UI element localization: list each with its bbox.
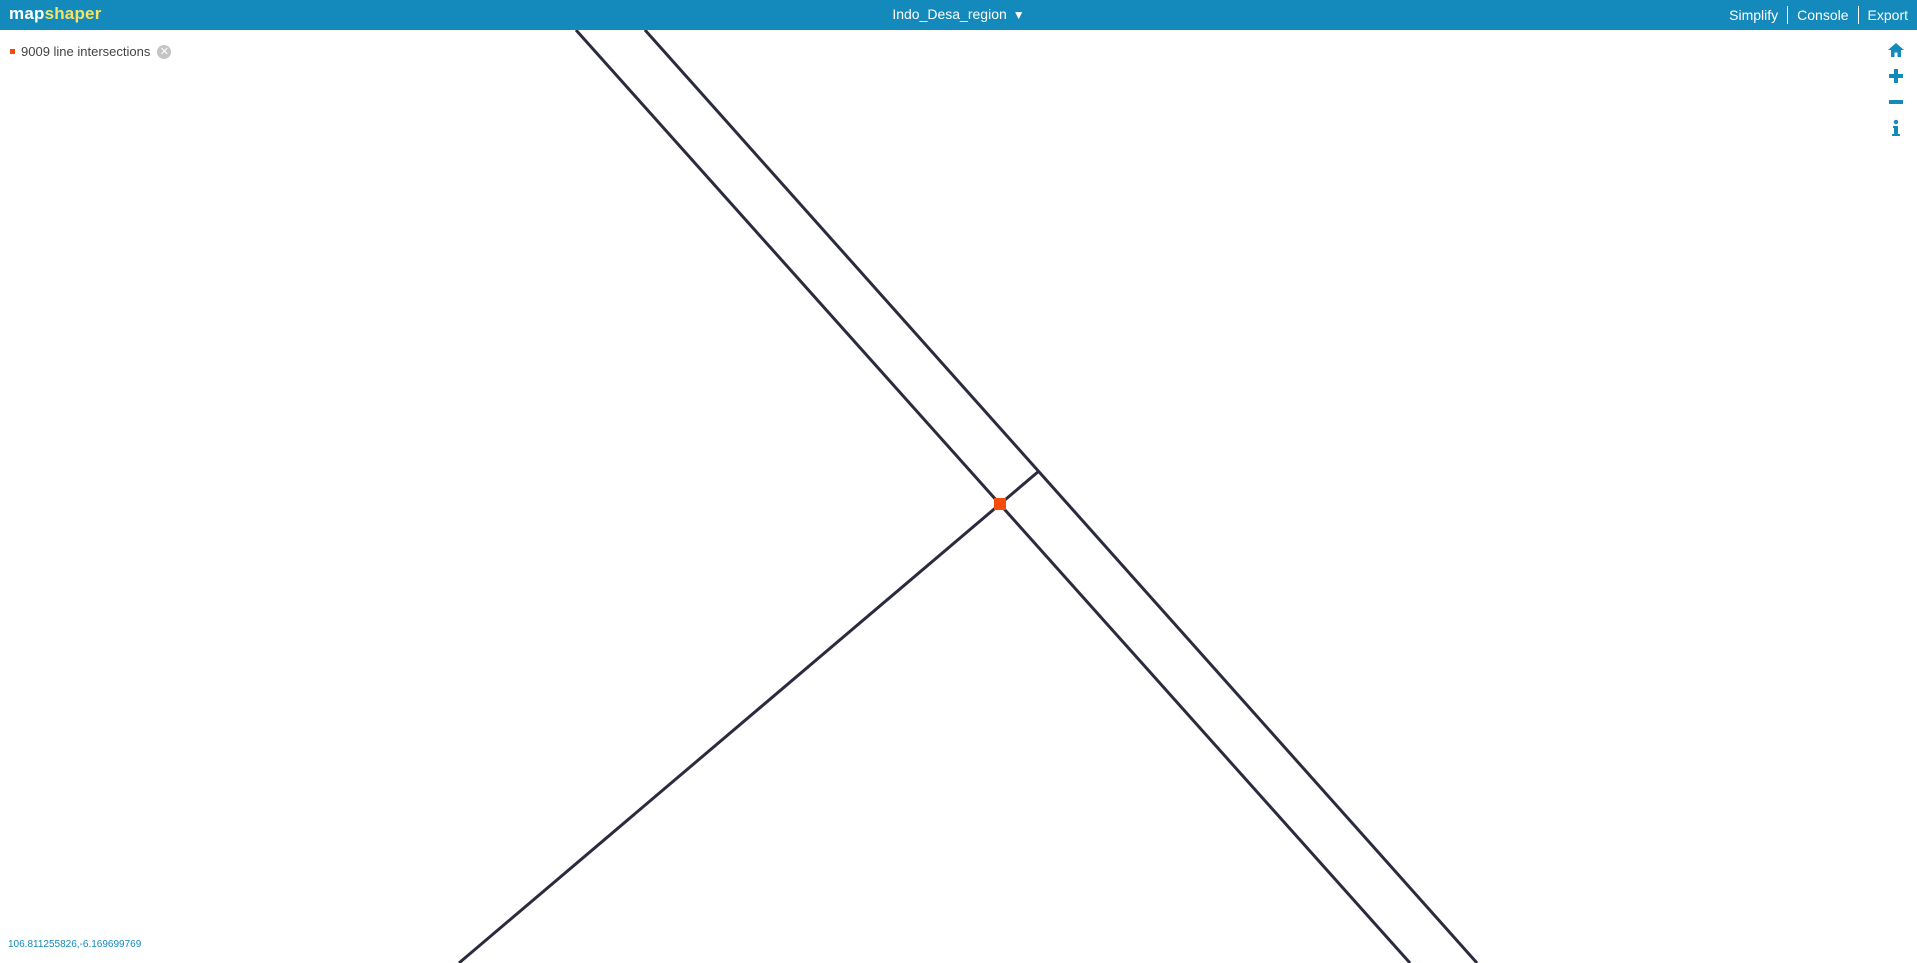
intersection-point[interactable] — [994, 498, 1006, 510]
info-icon[interactable] — [1886, 118, 1906, 138]
intersection-swatch — [10, 49, 15, 54]
console-button[interactable]: Console — [1787, 6, 1857, 24]
coordinate-readout: 106.811255826,-6.169699769 — [8, 939, 142, 950]
app-logo[interactable]: mapshaper — [9, 4, 102, 24]
layer-selector[interactable]: Indo_Desa_region ▼ — [879, 6, 1039, 22]
intersections-label: 9009 line intersections — [21, 44, 151, 59]
logo-text-map: map — [9, 4, 45, 23]
boundary-line — [458, 469, 1040, 963]
map-layer-svg — [458, 30, 1479, 963]
simplify-button[interactable]: Simplify — [1720, 6, 1787, 24]
layer-name: Indo_Desa_region — [892, 6, 1007, 22]
triangle-down-icon: ▼ — [1012, 8, 1025, 22]
close-circle-icon[interactable]: ✕ — [157, 44, 172, 59]
export-button[interactable]: Export — [1857, 6, 1917, 24]
boundary-line — [643, 30, 1479, 963]
main-menu: Simplify Console Export — [1720, 6, 1917, 24]
map-canvas[interactable] — [0, 30, 1917, 963]
zoom-out-icon[interactable] — [1886, 92, 1906, 112]
home-icon[interactable] — [1886, 40, 1906, 60]
intersections-panel: 9009 line intersections ✕ — [10, 44, 172, 59]
logo-text-shaper: shaper — [44, 4, 102, 23]
zoom-in-icon[interactable] — [1886, 66, 1906, 86]
map-nav-controls — [1886, 40, 1906, 144]
boundary-line — [574, 30, 1412, 963]
top-bar: mapshaper Indo_Desa_region ▼ Simplify Con… — [0, 0, 1917, 30]
